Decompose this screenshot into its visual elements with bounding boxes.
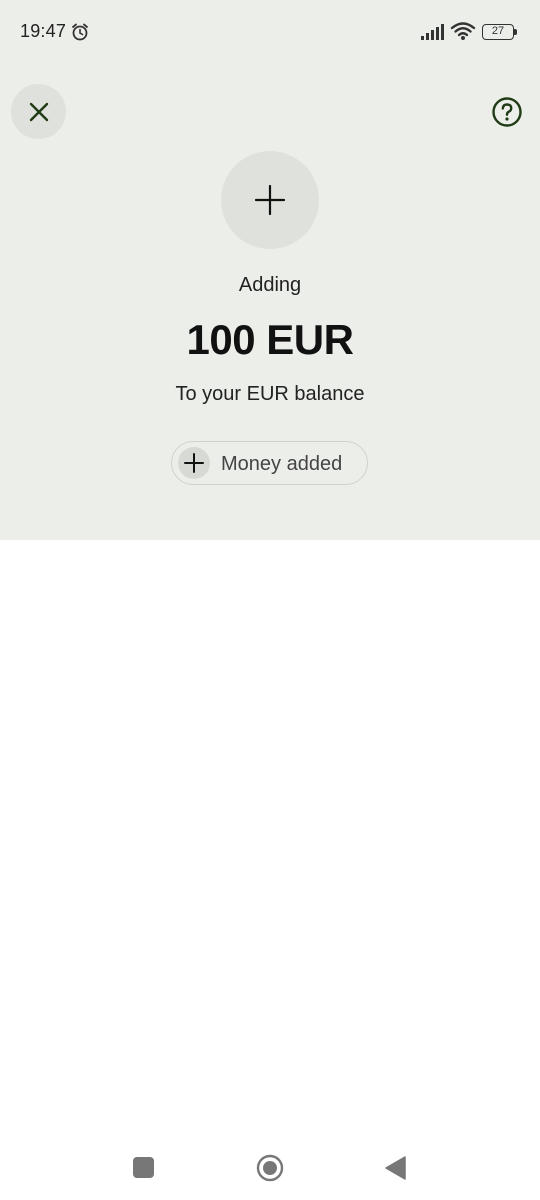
close-icon [29, 102, 48, 121]
help-icon [492, 97, 522, 127]
transfer-destination: To your EUR balance [175, 383, 365, 405]
status-pill[interactable]: Money added [171, 441, 368, 485]
plus-icon [254, 184, 286, 216]
battery-cap [514, 29, 517, 35]
transfer-amount: 100 EUR [186, 316, 354, 363]
screen: 19:47 27 Adding 100 EUR To your EUR bala… [0, 0, 540, 1200]
status-time: 19:47 [20, 21, 67, 41]
home-button[interactable] [256, 1154, 284, 1182]
adding-label: Adding [238, 274, 302, 296]
help-button[interactable] [490, 95, 524, 129]
status-bar: 19:47 27 [0, 0, 540, 64]
battery-level: 27 [482, 24, 514, 40]
adding-icon-circle [221, 151, 319, 249]
pill-icon-circle [178, 447, 210, 479]
wifi-icon [450, 22, 476, 40]
recents-button[interactable] [133, 1157, 154, 1178]
signal-icon [421, 24, 444, 40]
status-pill-label: Money added [221, 453, 343, 475]
close-button[interactable] [11, 84, 66, 139]
alarm-icon [72, 23, 88, 41]
plus-icon [184, 453, 204, 473]
back-button[interactable] [383, 1155, 407, 1181]
battery-icon: 27 [482, 24, 518, 40]
